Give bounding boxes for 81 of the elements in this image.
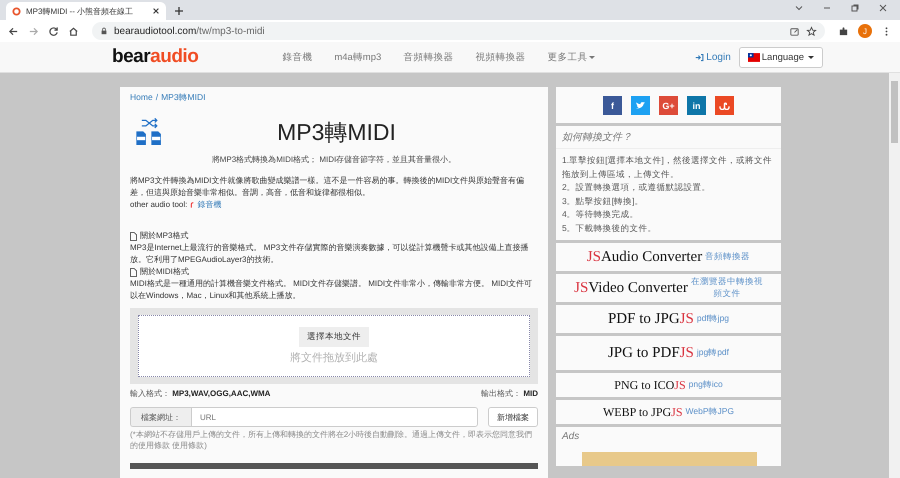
tool-banner[interactable]: PNG to ICOJS png轉ico: [556, 373, 781, 397]
section-text: MP3是Internet上最流行的音樂格式。 MP3文件存儲實際的音樂演奏數據，可以從計算機聲卡或其他設備上直接播放。它利用了MPEGAudioLayer3的技術。: [130, 242, 530, 266]
bird-icon: [635, 101, 646, 110]
home-icon[interactable]: [68, 26, 79, 36]
tool-logo: PNG to ICOJS: [614, 378, 686, 392]
reload-icon[interactable]: [48, 26, 59, 36]
tool-banner[interactable]: JPG to PDFJS jpg轉pdf: [556, 336, 781, 370]
input-formats: 輸入格式： MP3,WAV,OGG,AAC,WMA: [130, 388, 270, 399]
url-input-field[interactable]: URL: [191, 407, 478, 427]
address-bar[interactable]: bearaudiotool.com/tw/mp3-to-midi: [92, 22, 825, 40]
nav-link[interactable]: 音頻轉換器: [403, 50, 454, 64]
stumble-logo-icon: [719, 101, 730, 110]
breadcrumb-current: MP3轉MIDI: [161, 92, 206, 104]
section-text: MIDI格式是一種通用的計算機音樂文件格式。 MIDI文件存儲樂譜。 MIDI文件非常小，傳輸非常方便。 MIDI文件可以在Windows，Mac，Linux和其他系統上播放。: [130, 278, 534, 302]
back-arrow-icon[interactable]: [8, 26, 19, 36]
share-icon[interactable]: [789, 26, 800, 36]
page-subtitle: 將MP3格式轉換為MIDI格式； MIDI存儲音節字符，並且其音量很小。: [210, 154, 458, 165]
restore-icon[interactable]: [850, 2, 860, 12]
site-favicon-icon: [12, 6, 21, 16]
howto-step: 1.單擊按鈕[選擇本地文件]，然後選擇文件，或將文件拖放到上傳區域，上傳文件。: [562, 154, 775, 181]
star-icon[interactable]: [806, 26, 817, 36]
tool-link: 在瀏覽器中轉換視頻文件: [690, 276, 763, 300]
tool-link: WebP轉JPG: [686, 406, 734, 418]
new-tab-icon[interactable]: [174, 6, 184, 16]
choose-file-button[interactable]: 選擇本地文件: [299, 327, 369, 347]
privacy-notice: (*本網站不存儲用戶上傳的文件，所有上傳和轉換的文件將在2小時後自動刪除。通過上傳文件，即表示您同意我們的使用條款 使用條款): [130, 429, 534, 451]
url-label: 檔案網址：: [130, 407, 191, 427]
howto-step: 3。點擊按鈕[轉換]。: [562, 194, 775, 208]
breadcrumb-separator: /: [156, 92, 158, 104]
language-button[interactable]: Language: [738, 46, 824, 68]
nav-link[interactable]: m4a轉mp3: [334, 50, 382, 64]
close-icon[interactable]: [152, 7, 160, 15]
howto-title: 如何轉換文件？: [556, 126, 781, 149]
caret-icon: [808, 56, 814, 58]
ads-title: Ads: [560, 430, 580, 444]
login-link[interactable]: Login: [695, 52, 731, 62]
recorder-link[interactable]: 錄音機: [197, 199, 222, 210]
scrollbar[interactable]: [889, 73, 900, 478]
breadcrumb-link[interactable]: Home: [130, 92, 153, 104]
page-title: MP3轉MIDI: [276, 118, 397, 146]
tool-logo: PDF to JPGJS: [608, 310, 694, 328]
tool-link: png轉ico: [688, 379, 723, 391]
drop-hint: 將文件拖放到此處: [290, 350, 378, 365]
document-icon: [130, 232, 137, 240]
nav-link[interactable]: 錄音機: [282, 50, 312, 64]
howto-step: 2。設置轉換選項，或遵循默認設置。: [562, 181, 775, 194]
nav-link[interactable]: 視頻轉換器: [475, 50, 526, 64]
output-format: 輸出格式： MID: [481, 388, 538, 399]
section-heading: 關於MP3格式: [140, 230, 188, 242]
tool-logo: JSAudio Converter: [586, 248, 702, 266]
section-heading: 關於MIDI格式: [140, 266, 189, 278]
nav-link[interactable]: 更多工具: [547, 50, 596, 64]
tool-logo: WEBP to JPGJS: [602, 404, 683, 420]
tool-link: 音頻轉換器: [705, 251, 750, 263]
tool-banner[interactable]: WEBP to JPGJS WebP轉JPG: [556, 400, 781, 424]
close-icon[interactable]: [878, 2, 888, 12]
drop-zone[interactable]: 選擇本地文件 將文件拖放到此處: [138, 315, 530, 377]
flag-icon: [748, 52, 760, 62]
tool-logo: JPG to PDFJS: [608, 344, 694, 362]
intro-text: 將MP3文件轉換為MIDI文件就像將歌曲變成樂譜一樣。這不是一件容易的事。轉換後的MIDI文件與原始聲音有偏差，但這與原始音樂非常相似。音調，高音，低音和旋律都很相似。: [130, 175, 526, 199]
tool-link: pdf轉jpg: [696, 313, 730, 325]
social-share-button[interactable]: f: [603, 96, 622, 115]
tool-link: jpg轉pdf: [696, 347, 730, 359]
document-icon: [130, 268, 137, 276]
tool-banner[interactable]: PDF to JPGJS pdf轉jpg: [556, 305, 781, 333]
social-share-button[interactable]: [715, 96, 734, 115]
social-share-button[interactable]: G+: [659, 96, 678, 115]
tool-logo: JSVideo Converter: [574, 280, 688, 296]
tool-banner[interactable]: JSAudio Converter 音頻轉換器: [556, 243, 781, 271]
howto-step: 5。下載轉換後的文件。: [562, 222, 775, 235]
lock-icon: [100, 27, 108, 35]
add-file-button[interactable]: 新增檔案: [488, 407, 538, 427]
site-logo[interactable]: bearaudio: [112, 46, 198, 68]
other-tools-label: other audio tool:: [130, 200, 188, 209]
howto-step: 4。等待轉換完成。: [562, 208, 775, 222]
social-share-button[interactable]: [631, 96, 650, 115]
browser-tab[interactable]: MP3轉MIDI -- 小熊音頻在線工: [6, 2, 166, 20]
social-share-button[interactable]: in: [687, 96, 706, 115]
caret-icon: [589, 56, 596, 58]
puzzle-piece-icon[interactable]: [838, 26, 849, 36]
sign-in-icon: [695, 52, 704, 62]
